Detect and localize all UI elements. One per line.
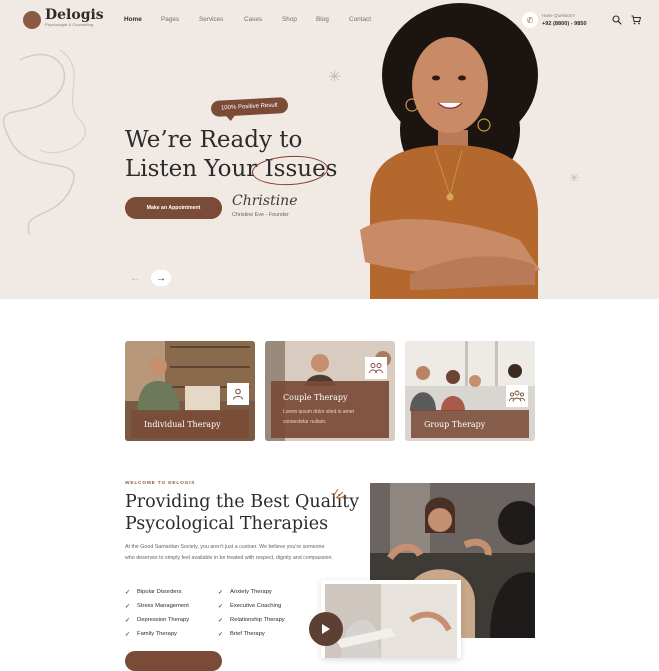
check-icon: ✓ [218,603,224,610]
play-video-button[interactable] [309,612,343,646]
therapy-list-right: ✓ Anxiety Therapy ✓ Executive Coaching ✓ Re… [218,585,285,641]
check-icon: ✓ [125,603,131,610]
service-description: Lorem ipsum dolor sited is amet consecte… [283,409,354,425]
check-icon: ✓ [125,631,131,638]
main-menu: Home Pages Services Cases Shop Blog Cont… [124,16,371,23]
nav-item-services[interactable]: Services [199,16,244,23]
headline-line-2: Listen Your [125,156,265,182]
list-item: ✓ Brief Therapy [218,631,265,638]
star-decoration-icon: ✳ [328,69,342,86]
top-navigation: Delogis Psychologist & Counselling Home … [0,0,659,42]
nav-item-contact[interactable]: Contact [349,16,371,23]
cart-icon[interactable] [631,15,642,28]
star-decoration-icon: ✳ [569,171,580,185]
founder-name: Christine Eve - Founder [232,212,289,218]
about-title-line-2: Psycological Therapies [125,514,329,534]
group-icon [506,385,528,407]
next-arrow-icon[interactable]: → [151,270,171,286]
service-title: Individual Therapy [131,410,249,438]
about-title: Providing the Best Quality Psycological … [125,491,359,535]
nav-item-blog[interactable]: Blog [316,16,349,23]
headline-line-1: We’re Ready to [125,127,303,153]
brand-logo[interactable]: Delogis Psychologist & Counselling [23,7,104,30]
check-icon: ✓ [125,589,131,596]
list-item: ✓ Relationship Therapy [218,617,285,624]
nav-item-shop[interactable]: Shop [282,16,316,23]
about-title-line-1: Providing the Best Quality [125,492,360,512]
list-item: ✓ Depression Therapy [125,617,190,624]
make-appointment-button[interactable]: Make an Appointment [125,197,222,219]
result-badge: 100% Positive Result [210,97,289,117]
prev-arrow-icon[interactable]: ← [125,270,145,286]
list-item: ✓ Anxiety Therapy [218,589,272,596]
couple-icon [365,357,387,379]
list-item: ✓ Stress Management [125,603,189,610]
about-description: At the Good Samaritan Society, you aren’… [125,544,333,561]
phone-contact[interactable]: ✆ Have Question? +92 (8800) - 9850 [522,12,587,28]
play-icon [322,624,330,634]
check-icon: ✓ [218,617,224,624]
service-card-group[interactable]: Group Therapy [405,341,535,441]
logo-icon [23,11,41,29]
phone-number: +92 (8800) - 9850 [542,21,587,27]
service-card-panel: Couple Therapy Lorem ipsum dolor sited i… [271,381,389,438]
service-card-couple[interactable]: Couple Therapy Lorem ipsum dolor sited i… [265,341,395,441]
slider-arrows: ← → [125,270,171,286]
check-icon: ✓ [218,631,224,638]
hero-section: Delogis Psychologist & Counselling Home … [0,0,659,299]
service-title: Couple Therapy [283,393,348,402]
about-more-button[interactable] [125,651,222,671]
brand-name: Delogis [45,7,104,23]
hero-woman-image [360,3,540,299]
nav-item-home[interactable]: Home [124,16,161,23]
therapy-list-left: ✓ Bipolar Disorders ✓ Stress Management ✓ D… [125,585,189,641]
service-card-individual[interactable]: Individual Therapy [125,341,255,441]
founder-signature: Christine [232,193,298,209]
list-item: ✓ Executive Coaching [218,603,282,610]
sparkle-decoration-icon [332,488,345,499]
list-item: ✓ Family Therapy [125,631,177,638]
check-icon: ✓ [218,589,224,596]
section-eyebrow: WELCOME TO DELOGIS [125,481,196,486]
video-thumbnail[interactable] [321,580,461,658]
phone-icon: ✆ [522,12,538,28]
nav-item-pages[interactable]: Pages [161,16,199,23]
list-item: ✓ Bipolar Disorders [125,589,182,596]
nav-item-cases[interactable]: Cases [244,16,282,23]
phone-label: Have Question? [542,13,575,18]
check-icon: ✓ [125,617,131,624]
service-title: Group Therapy [411,410,529,438]
person-icon [227,383,249,405]
search-icon[interactable] [612,15,622,28]
decorative-swirl [2,49,87,236]
